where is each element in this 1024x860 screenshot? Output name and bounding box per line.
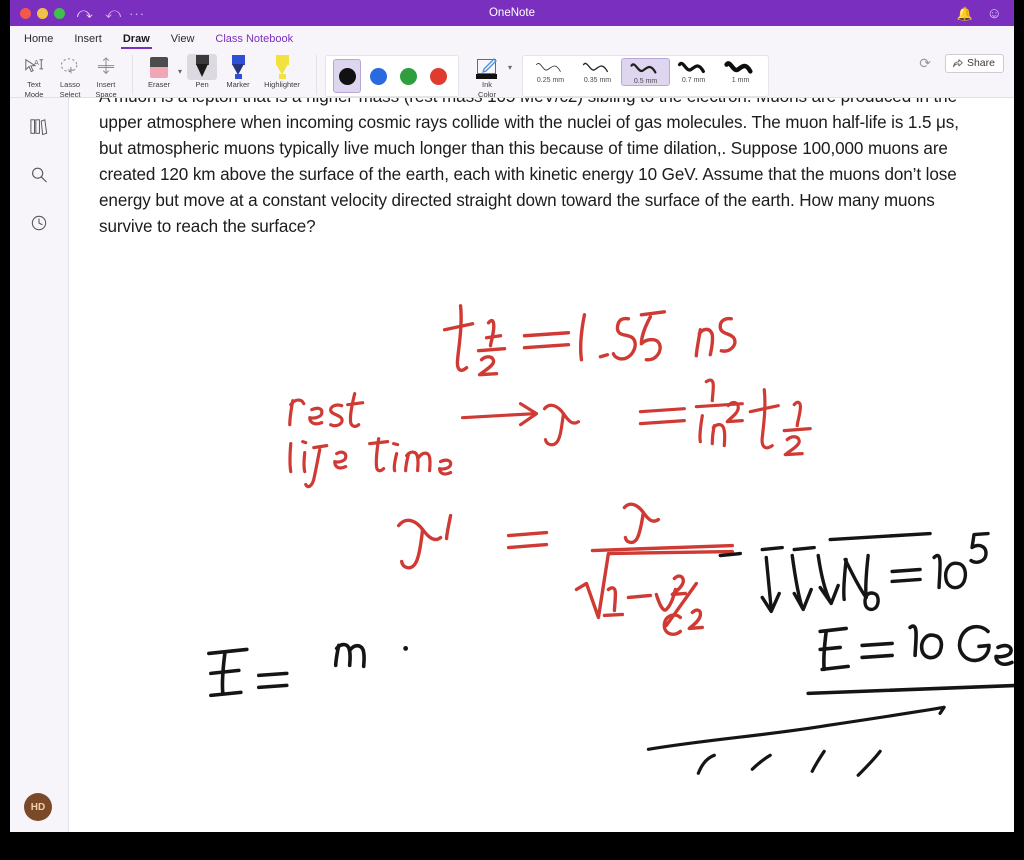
titlebar-actions: 🔔 ☺ [956, 6, 1002, 21]
tab-view[interactable]: View [171, 33, 195, 48]
sync-icon[interactable]: ⟳ [919, 55, 931, 72]
ribbon-tabs: Home Insert Draw View Class Notebook [10, 26, 1014, 51]
mode-tool-group: A Text Mode Lasso Select Insert Space [16, 53, 124, 99]
width-option-1mm[interactable]: 1 mm [717, 58, 764, 84]
width-label-0-25mm: 0.25 mm [536, 77, 565, 84]
left-rail: HD [10, 98, 69, 832]
highlighter-icon [274, 54, 291, 80]
ribbon-right-actions: ⟳ Share [919, 54, 1004, 73]
pen-icon [187, 54, 218, 80]
sidebar-item-notebooks[interactable] [24, 110, 54, 144]
width-option-0-5mm[interactable]: 0.5 mm [621, 58, 671, 86]
color-swatch-black[interactable] [333, 59, 362, 93]
ground-sketch-ink [646, 705, 946, 777]
color-swatch-blue[interactable] [365, 60, 391, 92]
pen-button[interactable]: Pen [184, 53, 220, 90]
pen-tool-group: Eraser ▾ Pen Marker Highlighter [141, 53, 308, 90]
share-button[interactable]: Share [944, 54, 1004, 73]
tab-class-notebook[interactable]: Class Notebook [215, 33, 293, 48]
ink-color-swatches [325, 55, 460, 97]
initial-count-ink [828, 531, 990, 612]
ribbon: Home Insert Draw View Class Notebook ⟳ S… [10, 26, 1014, 99]
lasso-select-button[interactable]: Lasso Select [52, 53, 88, 99]
overflow-menu-icon[interactable]: ··· [129, 7, 145, 20]
eraser-button[interactable]: Eraser [141, 53, 177, 90]
toolbar-divider-2 [316, 55, 318, 95]
search-icon [32, 167, 47, 183]
eraser-chevron-down-icon[interactable]: ▾ [178, 67, 182, 76]
close-window-button[interactable] [20, 7, 31, 19]
energy-expression-ink [207, 642, 409, 698]
text-cursor-icon: A [23, 54, 45, 80]
stroke-preview-icon [677, 61, 705, 74]
insert-space-button[interactable]: Insert Space [88, 53, 124, 99]
color-swatch-red[interactable] [425, 60, 451, 92]
tab-draw[interactable]: Draw [120, 33, 152, 49]
avatar[interactable]: HD [24, 793, 52, 821]
rest-lifetime-ink [288, 378, 812, 489]
clock-icon [31, 215, 47, 231]
notifications-bell-icon[interactable]: 🔔 [956, 7, 972, 20]
insert-space-icon [95, 54, 117, 80]
width-option-0-25mm[interactable]: 0.25 mm [527, 58, 574, 84]
draw-toolbar: A Text Mode Lasso Select Insert Space Er… [10, 51, 1014, 99]
tab-insert[interactable]: Insert [74, 33, 102, 48]
stroke-preview-icon [582, 62, 608, 73]
highlighter-button[interactable]: Highlighter [256, 53, 308, 90]
maximize-window-button[interactable] [54, 7, 65, 19]
svg-text:A: A [34, 58, 39, 67]
width-label-1mm: 1 mm [731, 77, 750, 84]
dilated-lifetime-ink [396, 502, 734, 636]
color-swatch-green[interactable] [395, 60, 421, 92]
share-icon [952, 58, 963, 67]
ink-color-chevron-down-icon[interactable]: ▾ [508, 63, 512, 72]
onenote-window: ⤺ ⤺ ··· OneNote 🔔 ☺ Home Insert Draw Vie… [10, 0, 1014, 832]
text-mode-button[interactable]: A Text Mode [16, 53, 52, 99]
muon-arrows-ink [718, 545, 840, 614]
feedback-smiley-icon[interactable]: ☺ [987, 6, 1002, 21]
ink-color-icon [476, 53, 498, 79]
toolbar-divider-1 [132, 55, 133, 95]
width-option-0-35mm[interactable]: 0.35 mm [574, 58, 621, 84]
highlighter-label: Highlighter [264, 80, 300, 89]
marker-label: Marker [226, 80, 250, 89]
window-title: OneNote [488, 7, 536, 19]
sidebar-item-search[interactable] [24, 158, 54, 192]
stroke-width-gallery: 0.25 mm 0.35 mm 0.5 mm 0.7 mm 1 mm [522, 55, 770, 97]
share-button-label: Share [966, 57, 995, 69]
width-label-0-35mm: 0.35 mm [583, 77, 612, 84]
ink-color-button[interactable]: Ink Color [467, 53, 507, 99]
lasso-icon [59, 54, 81, 80]
app-body: HD A muon is a lepton that is a higher-m… [10, 98, 1014, 832]
lasso-select-label-1: Lasso [59, 80, 80, 89]
text-mode-label-1: Text [27, 80, 41, 89]
stroke-preview-icon [629, 63, 656, 74]
ink-color-label-1: Ink [482, 80, 493, 89]
pen-label: Pen [195, 80, 209, 89]
title-bar: ⤺ ⤺ ··· OneNote 🔔 ☺ [10, 0, 1014, 26]
energy-note-ink [806, 624, 1014, 696]
marker-button[interactable]: Marker [220, 53, 256, 90]
eraser-label: Eraser [147, 80, 171, 89]
sidebar-item-recent[interactable] [24, 206, 54, 240]
redo-icon[interactable]: ⤺ [105, 6, 121, 21]
window-controls[interactable] [20, 7, 65, 19]
halflife-equation-ink [442, 304, 737, 377]
notebooks-icon [30, 119, 48, 136]
width-label-0-7mm: 0.7 mm [681, 77, 706, 84]
ink-layer [207, 304, 1014, 777]
width-label-0-5mm: 0.5 mm [633, 78, 658, 85]
insert-space-label-1: Insert [96, 80, 116, 89]
undo-icon[interactable]: ⤺ [77, 5, 93, 22]
stroke-preview-icon [723, 61, 753, 74]
stroke-preview-icon [535, 63, 561, 72]
note-canvas[interactable]: A muon is a lepton that is a higher-mass… [69, 98, 1014, 832]
marker-icon [230, 54, 247, 80]
tab-home[interactable]: Home [24, 33, 53, 48]
eraser-icon [150, 54, 168, 80]
minimize-window-button[interactable] [37, 7, 48, 19]
width-option-0-7mm[interactable]: 0.7 mm [670, 58, 717, 84]
